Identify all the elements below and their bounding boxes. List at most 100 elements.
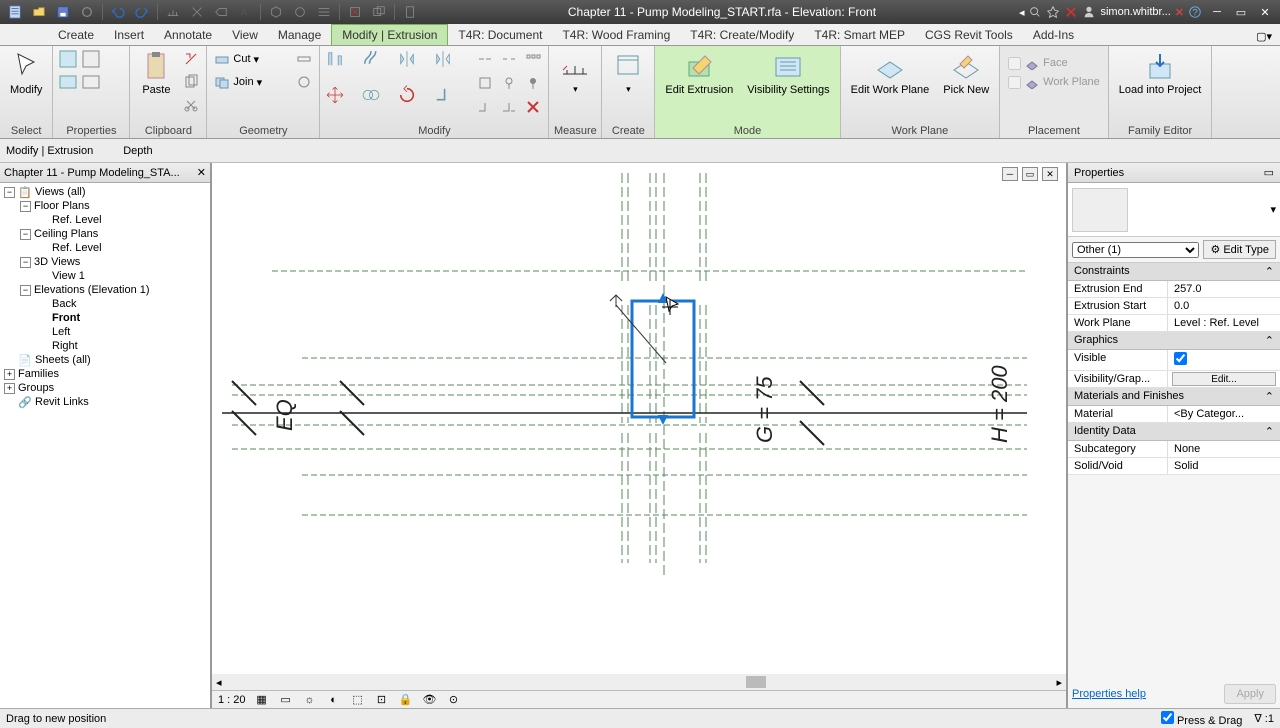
array-icon[interactable]	[522, 48, 544, 70]
tab-t4r-wood[interactable]: T4R: Wood Framing	[552, 25, 680, 45]
apply-button[interactable]: Apply	[1224, 684, 1276, 704]
open-icon[interactable]	[28, 2, 50, 22]
type-selector[interactable]: Other (1)	[1072, 242, 1199, 258]
tree-families[interactable]: +Families	[2, 367, 208, 381]
qat-section-icon[interactable]	[289, 2, 311, 22]
temporary-hide-icon[interactable]: 👁	[422, 693, 438, 707]
tree-front[interactable]: Front	[2, 311, 208, 325]
offset-icon[interactable]	[360, 48, 382, 70]
scale-icon[interactable]	[474, 72, 496, 94]
create-button[interactable]: ▾	[606, 48, 650, 97]
qat-switch-windows-icon[interactable]	[368, 2, 390, 22]
tab-create[interactable]: Create	[48, 25, 104, 45]
copy-icon[interactable]	[360, 84, 382, 106]
edit-type-button[interactable]: ⚙Edit Type	[1203, 240, 1276, 259]
copy-clipboard-icon[interactable]	[180, 71, 202, 93]
horizontal-scrollbar[interactable]: ◂▸	[212, 674, 1066, 690]
tab-t4r-create[interactable]: T4R: Create/Modify	[680, 25, 804, 45]
drawing-canvas[interactable]: ─ ▭ ✕	[212, 163, 1066, 674]
prop-visibility-graphics[interactable]: Visibility/Grap...Edit...	[1068, 371, 1280, 388]
crop-region-icon[interactable]: ⊡	[374, 693, 390, 707]
exchange-icon[interactable]	[1064, 5, 1078, 19]
delete-icon[interactable]	[522, 96, 544, 118]
tree-revit-links[interactable]: 🔗Revit Links	[2, 395, 208, 409]
tree-view1[interactable]: View 1	[2, 269, 208, 283]
mirror-pick-icon[interactable]	[432, 48, 454, 70]
cut-clipboard-icon[interactable]	[180, 94, 202, 116]
pin-icon[interactable]	[522, 72, 544, 94]
tree-sheets[interactable]: 📄Sheets (all)	[2, 353, 208, 367]
mirror-axis-icon[interactable]	[396, 48, 418, 70]
properties-help-link[interactable]: Properties help	[1072, 688, 1146, 700]
qat-text-icon[interactable]: A	[234, 2, 256, 22]
ribbon-expand-icon[interactable]: ▢▾	[1248, 28, 1280, 45]
redo-icon[interactable]	[131, 2, 153, 22]
prop-extrusion-start[interactable]: Extrusion Start0.0	[1068, 298, 1280, 315]
paste-button[interactable]: Paste	[134, 48, 178, 98]
browser-close-icon[interactable]: ✕	[197, 166, 206, 179]
tree-views[interactable]: −📋Views (all)	[2, 185, 208, 199]
trim-icon[interactable]	[432, 84, 454, 106]
group-materials[interactable]: Materials and Finishes⌃	[1068, 388, 1280, 406]
reveal-hidden-icon[interactable]: ⊙	[446, 693, 462, 707]
tree-back[interactable]: Back	[2, 297, 208, 311]
view-minimize-icon[interactable]: ─	[1002, 167, 1018, 181]
save-icon[interactable]	[52, 2, 74, 22]
cope-icon[interactable]	[293, 48, 315, 70]
user-name[interactable]: simon.whitbr...	[1100, 6, 1170, 18]
tab-addins[interactable]: Add-Ins	[1023, 25, 1084, 45]
maximize-button[interactable]: ▭	[1230, 3, 1252, 21]
tree-right[interactable]: Right	[2, 339, 208, 353]
tab-manage[interactable]: Manage	[268, 25, 331, 45]
tab-cgs[interactable]: CGS Revit Tools	[915, 25, 1023, 45]
qat-align-icon[interactable]	[186, 2, 208, 22]
match-type-icon[interactable]	[180, 48, 202, 70]
group-identity[interactable]: Identity Data⌃	[1068, 423, 1280, 441]
subscription-icon[interactable]	[1046, 5, 1060, 19]
filter-icon[interactable]: ∇ :1	[1254, 712, 1274, 725]
sun-path-icon[interactable]: ☼	[302, 693, 318, 707]
view-restore-icon[interactable]: ▭	[1022, 167, 1038, 181]
tab-view[interactable]: View	[222, 25, 268, 45]
properties-close-icon[interactable]: ▭	[1264, 166, 1274, 179]
sync-icon[interactable]	[76, 2, 98, 22]
prop-work-plane[interactable]: Work PlaneLevel : Ref. Level	[1068, 315, 1280, 332]
tree-floor-ref-level[interactable]: Ref. Level	[2, 213, 208, 227]
press-drag-checkbox[interactable]: Press & Drag	[1161, 711, 1242, 727]
tab-insert[interactable]: Insert	[104, 25, 154, 45]
lock-3d-icon[interactable]: 🔒	[398, 693, 414, 707]
rotate-icon[interactable]	[396, 84, 418, 106]
align-icon[interactable]	[324, 48, 346, 70]
vis-graphics-edit-button[interactable]: Edit...	[1172, 372, 1276, 386]
properties-icon[interactable]	[57, 48, 79, 70]
edit-work-plane-button[interactable]: Edit Work Plane	[845, 48, 936, 98]
exchange-x-icon[interactable]: ✕	[1175, 6, 1184, 19]
tree-floor-plans[interactable]: −Floor Plans	[2, 199, 208, 213]
help-icon[interactable]: ?	[1188, 5, 1202, 19]
view-close-icon[interactable]: ✕	[1042, 167, 1058, 181]
title-caret-left[interactable]: ◂	[1019, 6, 1025, 19]
cut-button[interactable]: Cut▾	[211, 48, 291, 70]
join-button[interactable]: Join▾	[211, 71, 291, 93]
user-icon[interactable]	[1082, 5, 1096, 19]
load-into-project-button[interactable]: Load into Project	[1113, 48, 1208, 98]
split-gap-icon[interactable]	[498, 48, 520, 70]
qat-measure-icon[interactable]	[162, 2, 184, 22]
family-types-icon[interactable]	[57, 71, 79, 93]
tree-3d-views[interactable]: −3D Views	[2, 255, 208, 269]
unpin-icon[interactable]	[498, 72, 520, 94]
scale-display[interactable]: 1 : 20	[218, 694, 246, 706]
minimize-button[interactable]: ─	[1206, 3, 1228, 21]
tab-t4r-document[interactable]: T4R: Document	[448, 25, 552, 45]
split-icon[interactable]	[474, 48, 496, 70]
pick-new-button[interactable]: Pick New	[937, 48, 995, 98]
move-icon[interactable]	[324, 84, 346, 106]
visible-checkbox[interactable]	[1174, 352, 1187, 365]
type-dropdown-icon[interactable]: ▾	[1270, 203, 1276, 216]
measure-button[interactable]: ▾	[553, 48, 597, 97]
search-icon[interactable]	[1028, 5, 1042, 19]
prop-extrusion-end[interactable]: Extrusion End257.0	[1068, 281, 1280, 298]
face-checkbox[interactable]: Face	[1004, 54, 1104, 72]
qat-3d-icon[interactable]	[265, 2, 287, 22]
qat-tag-icon[interactable]	[210, 2, 232, 22]
